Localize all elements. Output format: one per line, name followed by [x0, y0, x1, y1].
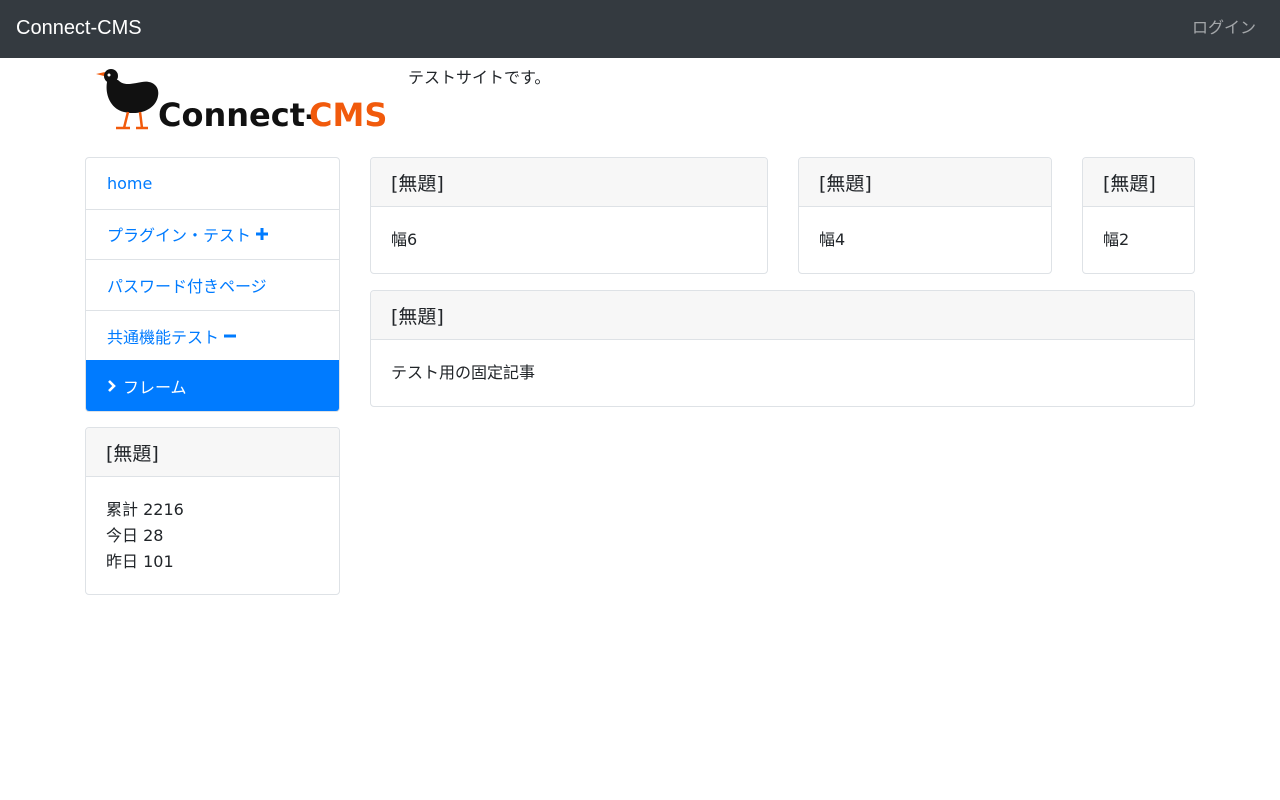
sidebar-item-common-test[interactable]: 共通機能テスト: [86, 309, 339, 361]
card-title: [無題]: [371, 291, 1194, 340]
counter-yesterday: 昨日 101: [106, 552, 174, 571]
sidebar-item-frame[interactable]: フレーム: [86, 360, 339, 411]
sidebar-item-label: フレーム: [123, 378, 187, 398]
site-tagline: テストサイトです。: [408, 68, 551, 87]
card-title: [無題]: [86, 428, 339, 477]
logo-text-cms: CMS: [309, 96, 387, 132]
plus-icon[interactable]: [255, 227, 269, 241]
chevron-right-icon: [107, 379, 117, 393]
card-body-text: 幅6: [391, 230, 418, 249]
card-title: [無題]: [371, 158, 767, 207]
login-link[interactable]: ログイン: [1192, 18, 1256, 38]
minus-icon[interactable]: [223, 329, 237, 343]
card-body-text: 幅2: [1103, 230, 1130, 249]
card-body-text: テスト用の固定記事: [391, 363, 536, 382]
counter-today: 今日 28: [106, 526, 164, 545]
card-body-text: 幅4: [819, 230, 846, 249]
sidebar-item-home[interactable]: home: [86, 158, 339, 209]
counter-card: [無題] 累計 2216 今日 28 昨日 101: [85, 427, 340, 595]
card-title: [無題]: [799, 158, 1051, 207]
sidebar-item-label: home: [107, 173, 153, 193]
frame-card-fixed-article: [無題] テスト用の固定記事: [370, 290, 1195, 407]
sidebar-item-label: 共通機能テスト: [107, 327, 220, 347]
sidebar-item-plugin-test[interactable]: プラグイン・テスト: [86, 208, 339, 260]
sidebar-item-password-page[interactable]: パスワード付きページ: [86, 259, 339, 310]
bird-logo-icon: Connect- CMS: [96, 69, 387, 134]
frame-card-width4: [無題] 幅4: [798, 157, 1052, 274]
card-title: [無題]: [1083, 158, 1194, 207]
brand-link[interactable]: Connect-CMS: [16, 16, 142, 40]
sidebar-item-label: プラグイン・テスト: [107, 226, 252, 246]
sidebar-item-label: パスワード付きページ: [107, 276, 267, 296]
frame-card-width2: [無題] 幅2: [1082, 157, 1195, 274]
counter-total: 累計 2216: [106, 500, 184, 519]
frame-card-width6: [無題] 幅6: [370, 157, 768, 274]
top-navbar: Connect-CMS ログイン: [0, 0, 1280, 58]
sidebar-menu: home プラグイン・テスト パスワード付きページ 共通機能テスト フレーム: [85, 157, 340, 412]
logo-text-connect: Connect-: [158, 96, 318, 132]
site-logo[interactable]: Connect- CMS: [94, 66, 394, 134]
counter-body: 累計 2216 今日 28 昨日 101: [86, 477, 339, 594]
